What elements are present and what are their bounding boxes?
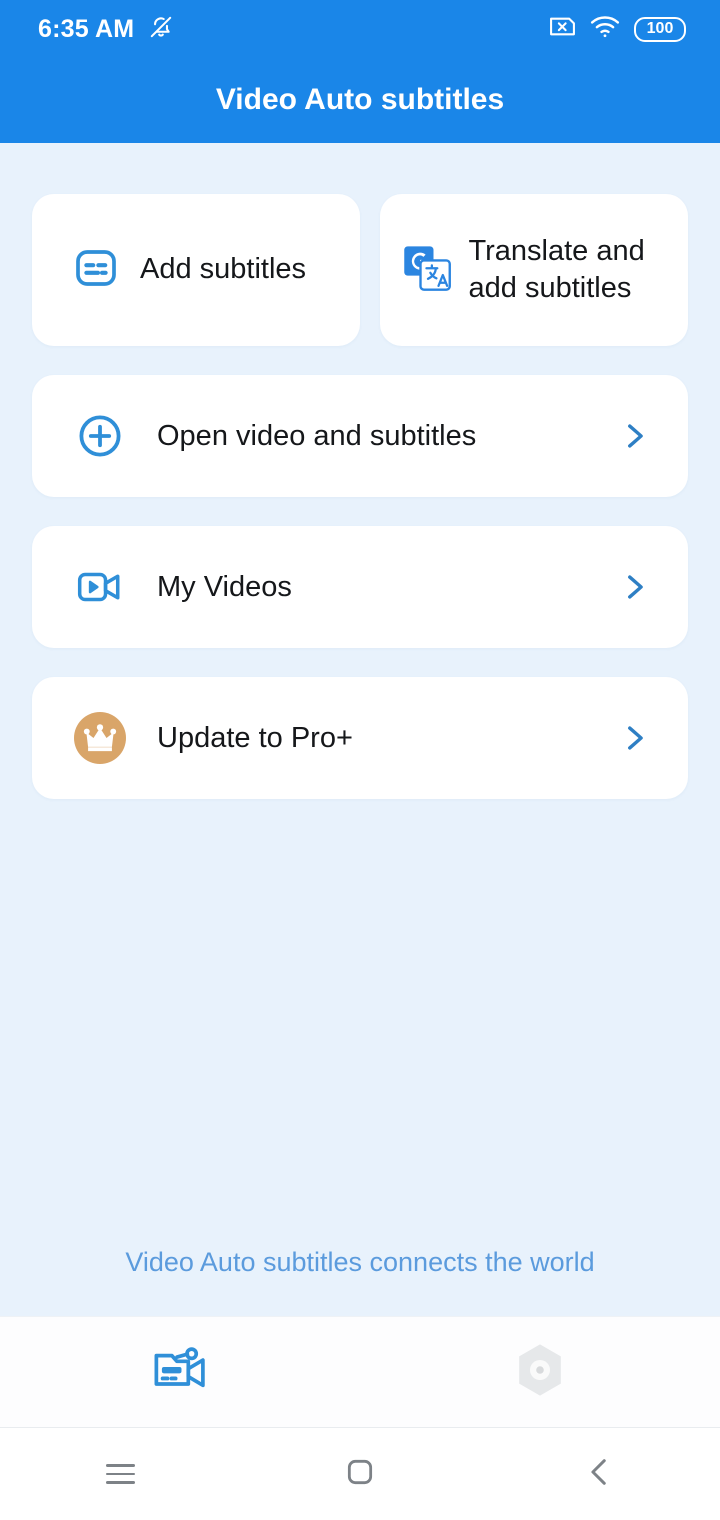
home-square-icon [344,1456,376,1493]
my-videos-label: My Videos [157,570,292,603]
shortcut-card-row: Add subtitles Translate and add subtitle… [32,194,688,346]
chevron-right-icon[interactable] [614,570,654,604]
plus-circle-icon [74,412,126,460]
subtitles-icon [72,244,120,297]
status-bar-right: 100 [549,14,686,44]
chevron-right-icon[interactable] [614,419,654,453]
back-button[interactable] [480,1455,720,1494]
menu-icon [105,1458,135,1490]
app-header: 6:35 AM 100 Video Auto subtitles [0,0,720,143]
recents-button[interactable] [0,1458,240,1490]
chevron-right-icon[interactable] [614,721,654,755]
translate-add-subtitles-card[interactable]: Translate and add subtitles [379,194,688,346]
tab-videos[interactable] [0,1317,360,1427]
video-camera-play-icon [74,565,126,609]
status-time: 6:35 AM [38,14,135,43]
add-subtitles-card[interactable]: Add subtitles [32,194,360,346]
tagline: Video Auto subtitles connects the world [125,1247,595,1277]
wifi-icon [590,14,620,44]
sim-card-x-icon [549,14,576,44]
settings-hexagon-icon [513,1342,567,1403]
app-screen: 6:35 AM 100 Video Auto subtitles Add sub… [0,0,720,1520]
page-title: Video Auto subtitles [215,83,505,116]
update-to-pro-label: Update to Pro+ [157,721,353,754]
chevron-left-icon [583,1455,617,1494]
bottom-tab-bar [0,1316,720,1428]
translate-add-subtitles-label: Translate and add subtitles [468,234,645,304]
home-button[interactable] [240,1456,480,1493]
crown-icon [74,710,126,766]
google-translate-icon [401,242,453,299]
tab-settings[interactable] [360,1317,720,1427]
update-to-pro-row[interactable]: Update to Pro+ [32,677,688,799]
camcorder-subtitles-icon [152,1346,208,1399]
android-navigation-bar [0,1428,720,1520]
my-videos-row[interactable]: My Videos [32,526,688,648]
battery-icon: 100 [634,16,686,42]
open-video-and-subtitles-label: Open video and subtitles [157,419,477,452]
battery-level: 100 [646,20,674,37]
status-bar: 6:35 AM 100 [0,0,720,58]
bell-muted-icon [148,14,174,45]
add-subtitles-label: Add subtitles [140,253,307,286]
status-bar-left: 6:35 AM [38,14,174,45]
open-video-and-subtitles-row[interactable]: Open video and subtitles [32,375,688,497]
main-content: Add subtitles Translate and add subtitle… [0,143,720,1316]
